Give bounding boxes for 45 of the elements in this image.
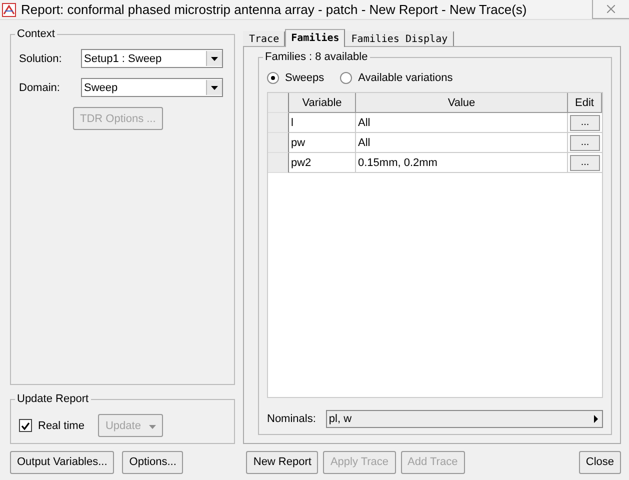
edit-button[interactable]: ... [570, 154, 600, 170]
tab[interactable]: Trace [243, 31, 286, 46]
window-title: Report: conformal phased microstrip antenna array - patch - New Report - New Trace(s) [21, 2, 528, 17]
checkbox-label: Real time [38, 420, 84, 432]
dialog-button[interactable]: Close [578, 450, 621, 474]
radio-label: Available variations [358, 72, 453, 84]
nominals-field[interactable]: pl, w [326, 410, 603, 428]
field-label: Solution: [19, 52, 63, 64]
table-cell: pw [289, 133, 356, 153]
table-cell: All [356, 113, 568, 133]
radio-button[interactable] [340, 72, 352, 84]
group-title: Families : 8 available [263, 51, 370, 63]
edit-button[interactable]: ... [570, 134, 600, 150]
real-time-checkbox[interactable] [19, 419, 32, 432]
dialog-button[interactable]: Options... [122, 450, 184, 474]
dialog-button[interactable]: Output Variables... [10, 450, 114, 474]
tab[interactable]: Families Display [345, 31, 454, 46]
table-cell: pw2 [289, 153, 356, 173]
domain-dropdown[interactable]: Sweep [81, 78, 223, 97]
table-cell: All [356, 133, 568, 153]
dropdown-arrow-icon [211, 86, 218, 90]
row-header[interactable] [268, 153, 289, 173]
tab[interactable]: Families [285, 29, 346, 47]
table-cell: 0.15mm, 0.2mm [356, 153, 568, 173]
column-header: Variable [289, 93, 356, 113]
radio-button[interactable] [267, 72, 279, 84]
field-label: Nominals: [267, 413, 316, 425]
table-cell: l [289, 113, 356, 133]
close-icon [607, 5, 615, 13]
column-header: Edit [568, 93, 602, 113]
column-header: Value [356, 93, 568, 113]
field-label: Domain: [19, 82, 61, 94]
checkmark-icon [21, 422, 30, 430]
group-title: Update Report [15, 393, 91, 405]
solution-dropdown[interactable]: Setup1 : Sweep [81, 49, 223, 68]
close-button[interactable] [592, 0, 629, 19]
caret-icon [148, 424, 156, 428]
row-header[interactable] [268, 113, 289, 133]
dropdown-arrow-icon [211, 56, 218, 60]
row-header[interactable] [268, 133, 289, 153]
edit-button[interactable]: ... [570, 114, 600, 130]
dialog-button[interactable]: New Report [246, 450, 318, 474]
corner-header [268, 93, 289, 113]
group-title: Context [15, 28, 57, 40]
radio-label: Sweeps [285, 72, 324, 84]
